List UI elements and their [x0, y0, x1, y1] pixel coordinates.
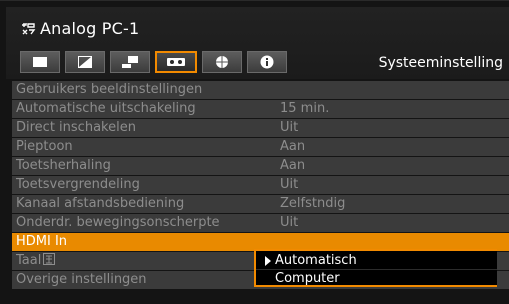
- menu-item-auto-power-off[interactable]: Automatische uitschakeling 15 min.: [12, 100, 509, 119]
- input-source-icon: [22, 23, 36, 35]
- hdmi-in-options: Automatisch Computer: [254, 249, 497, 287]
- network-icon: [216, 56, 228, 68]
- menu-item-direct-power-on[interactable]: Direct inschakelen Uit: [12, 119, 509, 138]
- menu-item-value: Aan: [280, 139, 306, 154]
- image-adjust-icon: [33, 57, 47, 67]
- menu-item-value: Uit: [280, 215, 299, 230]
- menu-item-remote-channel[interactable]: Kanaal afstandsbediening Zelfstndig: [12, 195, 509, 214]
- tab-network[interactable]: [202, 51, 242, 73]
- system-settings-icon: [167, 58, 185, 66]
- menu-item-label: Gebruikers beeldinstellingen: [16, 82, 203, 97]
- tab-system-settings[interactable]: [155, 51, 197, 73]
- installation-icon: [122, 56, 138, 68]
- projector-osd: Analog PC-1 Systeeminstelling Gebruikers…: [0, 0, 509, 304]
- menu-item-value: Zelfstndig: [280, 196, 346, 211]
- menu-item-label: Kanaal afstandsbediening: [16, 196, 185, 211]
- option-label: Automatisch: [275, 253, 357, 268]
- menu-item-label-text: Taal: [16, 253, 42, 268]
- selected-arrow-icon: [265, 255, 271, 266]
- section-title: Systeeminstelling: [378, 55, 503, 71]
- menu-item-value: Aan: [280, 158, 306, 173]
- tab-image-adjust[interactable]: [20, 51, 60, 73]
- menu-item-key-lock[interactable]: Toetsvergrendeling Uit: [12, 176, 509, 195]
- menu-item-beep[interactable]: Pieptoon Aan: [12, 138, 509, 157]
- menu-item-motion-blur-reduction[interactable]: Onderdr. bewegingsonscherpte Uit: [12, 214, 509, 233]
- menu-item-value: 15 min.: [280, 101, 330, 116]
- option-automatic[interactable]: Automatisch: [264, 252, 492, 269]
- osd-header: Analog PC-1 Systeeminstelling: [6, 7, 509, 79]
- menu-item-label: Taal: [16, 252, 56, 270]
- option-label: Computer: [275, 271, 340, 286]
- option-computer[interactable]: Computer: [264, 270, 503, 287]
- menu-item-label: Onderdr. bewegingsonscherpte: [16, 215, 220, 230]
- contrast-icon: [78, 56, 92, 68]
- tab-installation[interactable]: [110, 51, 150, 73]
- menu-item-key-repeat[interactable]: Toetsherhaling Aan: [12, 157, 509, 176]
- input-title: Analog PC-1: [20, 17, 139, 39]
- tab-contrast[interactable]: [65, 51, 105, 73]
- tab-info[interactable]: [247, 51, 287, 73]
- menu-item-value: Uit: [280, 177, 299, 192]
- menu-item-label: HDMI In: [16, 234, 68, 249]
- menu-item-value: Uit: [280, 120, 299, 135]
- language-icon: [43, 253, 56, 265]
- menu-item-label: Overige instellingen: [16, 272, 147, 287]
- menu-item-user-image-settings[interactable]: Gebruikers beeldinstellingen: [12, 81, 509, 100]
- menu-tabs: [20, 51, 287, 73]
- input-title-text: Analog PC-1: [40, 18, 140, 38]
- menu-item-label: Pieptoon: [16, 139, 73, 154]
- menu-item-label: Toetsvergrendeling: [16, 177, 140, 192]
- menu-item-label: Toetsherhaling: [16, 158, 111, 173]
- menu-item-label: Automatische uitschakeling: [16, 101, 196, 116]
- menu-item-label: Direct inschakelen: [16, 120, 136, 135]
- info-icon: [260, 55, 274, 69]
